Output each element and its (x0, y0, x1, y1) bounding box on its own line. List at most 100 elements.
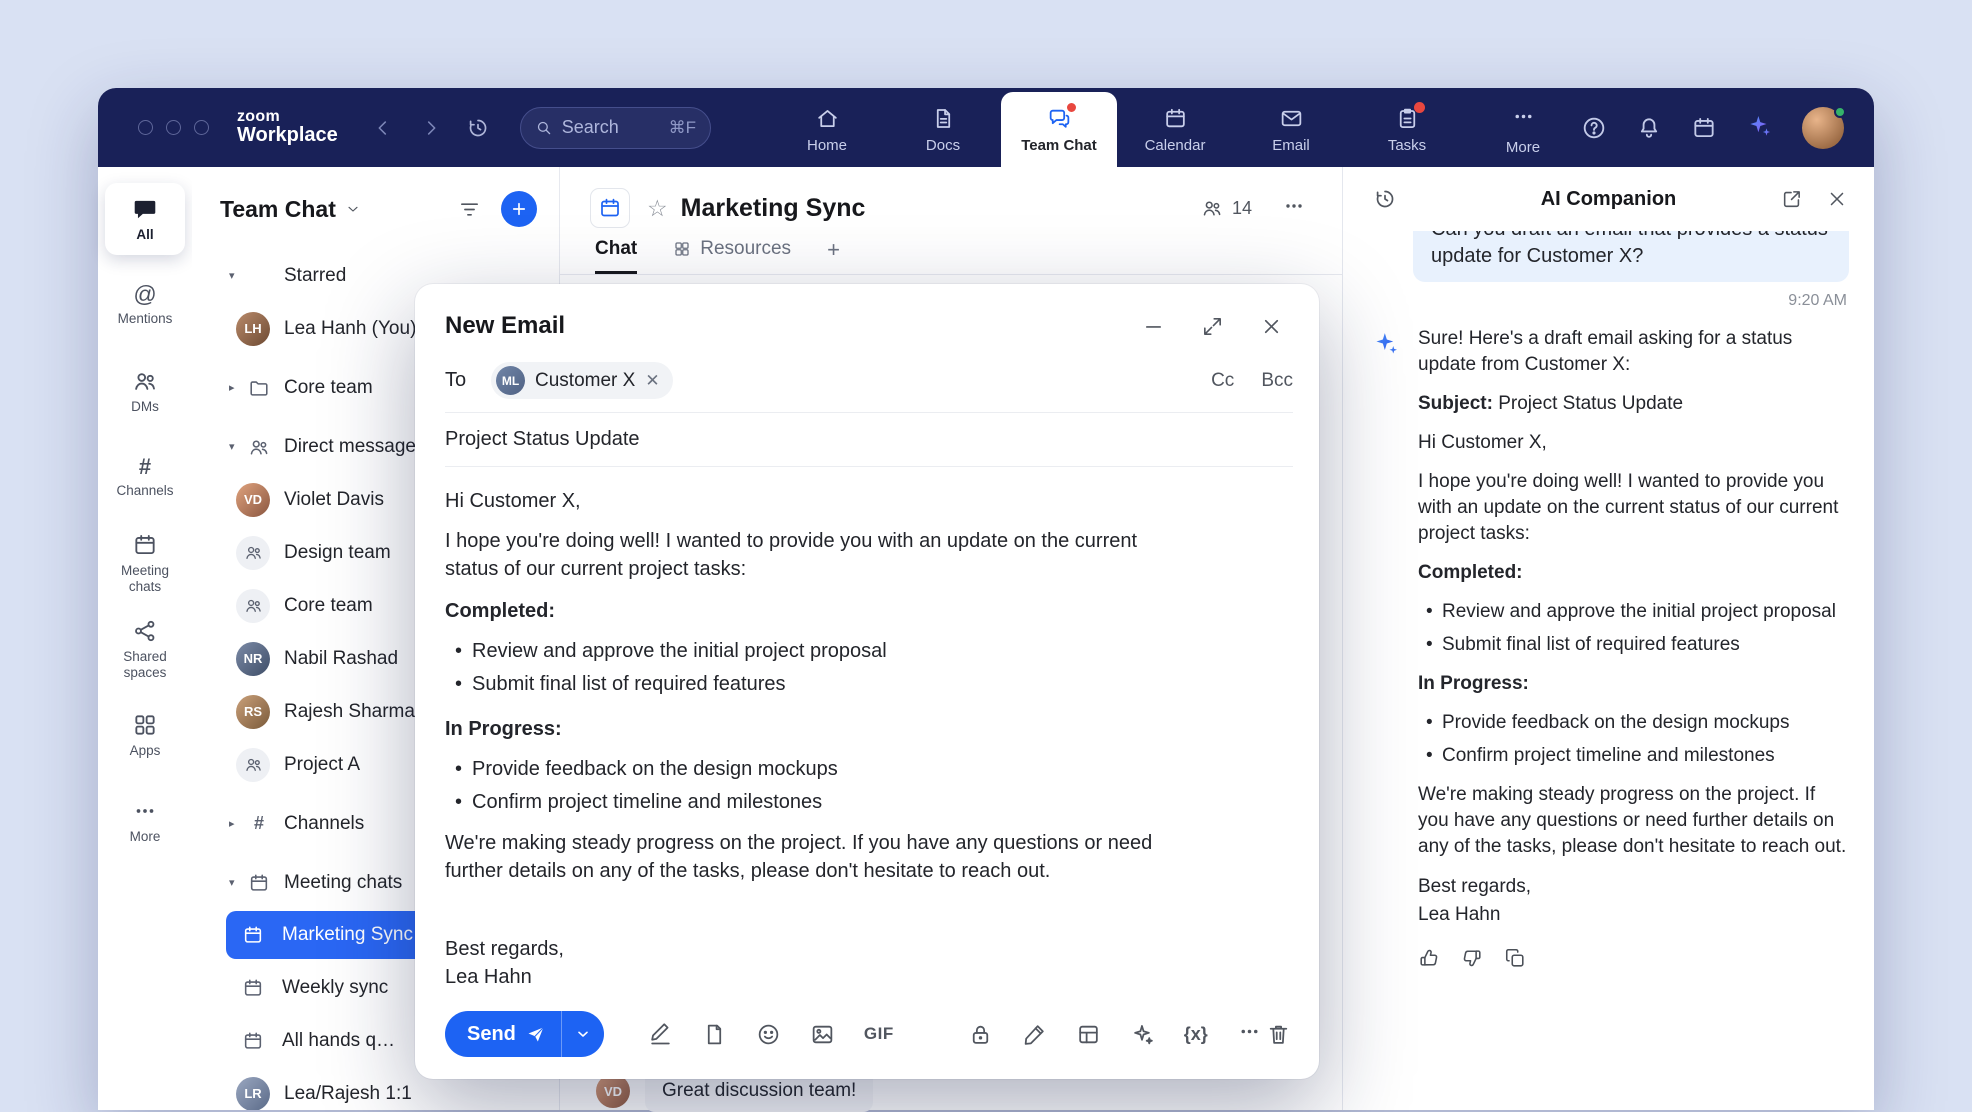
top-right-actions (1581, 107, 1844, 149)
notifications-bell-icon[interactable] (1636, 115, 1662, 141)
discard-draft-trash-icon[interactable] (1266, 1022, 1291, 1047)
close-icon[interactable] (1260, 315, 1283, 338)
search-input[interactable]: Search ⌘F (520, 107, 711, 149)
ai-panel-header: AI Companion (1343, 167, 1874, 231)
nav-tasks[interactable]: Tasks (1349, 92, 1465, 167)
copy-icon[interactable] (1504, 947, 1526, 969)
rail-item-more[interactable]: More (105, 785, 185, 857)
variables-button[interactable]: {x} (1184, 1024, 1208, 1045)
chevron-down-icon[interactable] (345, 201, 361, 217)
ai-in-progress-item: Provide feedback on the design mockups (1418, 710, 1849, 736)
ai-close-icon[interactable] (1826, 188, 1848, 210)
body-greeting: Hi Customer X, (445, 487, 1161, 515)
nav-team-chat[interactable]: Team Chat (1001, 92, 1117, 167)
dms-people-icon (132, 368, 158, 394)
tab-chat[interactable]: Chat (595, 238, 637, 274)
ai-companion-icon[interactable] (1746, 112, 1773, 144)
expand-arrow-icon[interactable]: ▸ (229, 817, 246, 830)
user-avatar[interactable] (1802, 107, 1844, 149)
rail-item-channels[interactable]: # Channels (105, 441, 185, 513)
nav-more[interactable]: More (1465, 92, 1581, 167)
favorite-star-icon[interactable]: ☆ (647, 197, 668, 220)
window-close-button[interactable] (138, 120, 153, 135)
ai-history-icon[interactable] (1373, 187, 1397, 211)
rail-item-meeting-chats[interactable]: Meeting chats (105, 527, 185, 599)
ai-completed-heading: Completed: (1418, 560, 1849, 586)
apps-icon (132, 712, 158, 738)
signature-pen-icon[interactable] (648, 1022, 673, 1047)
collapse-arrow-icon[interactable]: ▾ (229, 269, 246, 282)
chat-more-options-icon[interactable] (1282, 194, 1306, 223)
body-completed-list: Review and approve the initial project p… (445, 635, 1161, 701)
rail-mentions-label: Mentions (118, 311, 173, 327)
ai-sparkle-tool-icon[interactable] (1130, 1022, 1155, 1047)
minimize-icon[interactable] (1142, 315, 1165, 338)
collapse-arrow-icon[interactable]: ▾ (229, 440, 246, 453)
window-minimize-button[interactable] (166, 120, 181, 135)
remove-recipient-icon[interactable]: ✕ (645, 372, 659, 389)
team-avatar-icon (236, 748, 270, 782)
rail-item-mentions[interactable]: @ Mentions (105, 269, 185, 341)
ai-signoff: Best regards, (1418, 873, 1849, 901)
ai-header-actions (1781, 188, 1848, 210)
rail-item-apps[interactable]: Apps (105, 699, 185, 771)
collapse-arrow-icon[interactable]: ▾ (229, 876, 246, 889)
chat-label: Weekly sync (282, 977, 388, 999)
body-in-progress-heading: In Progress: (445, 715, 1161, 743)
tab-resources[interactable]: Resources (673, 238, 791, 274)
gif-button[interactable]: GIF (864, 1024, 894, 1044)
body-in-progress-list: Provide feedback on the design mockups C… (445, 753, 1161, 819)
expand-icon[interactable] (1201, 315, 1224, 338)
subject-field[interactable]: Project Status Update (445, 413, 1293, 467)
email-body-editor[interactable]: Hi Customer X, I hope you're doing well!… (445, 487, 1161, 991)
ai-subject-line: Subject: Project Status Update (1418, 391, 1849, 417)
send-options-button[interactable] (562, 1011, 604, 1057)
rail-item-dms[interactable]: DMs (105, 355, 185, 427)
rail-channels-label: Channels (116, 483, 173, 499)
member-count[interactable]: 14 (1201, 197, 1252, 219)
edit-pencil-icon[interactable] (1022, 1022, 1047, 1047)
attach-file-icon[interactable] (702, 1022, 727, 1047)
thumbs-down-icon[interactable] (1461, 947, 1483, 969)
rail-more-label: More (130, 829, 161, 845)
toolbar-more-icon[interactable] (1237, 1019, 1262, 1049)
tab-add-button[interactable]: + (827, 237, 840, 274)
forward-button[interactable] (420, 117, 442, 139)
nav-home[interactable]: Home (769, 92, 885, 167)
filter-icon[interactable] (458, 198, 481, 221)
nav-calendar[interactable]: Calendar (1117, 92, 1233, 167)
meeting-calendar-tile-icon (590, 188, 630, 228)
meeting-calendar-icon (246, 870, 272, 896)
ai-closing: We're making steady progress on the proj… (1418, 782, 1849, 860)
back-button[interactable] (372, 117, 394, 139)
ai-in-progress-item: Confirm project timeline and milestones (1418, 743, 1849, 769)
thumbs-up-icon[interactable] (1418, 947, 1440, 969)
rail-item-shared-spaces[interactable]: Shared spaces (105, 613, 185, 685)
image-icon[interactable] (810, 1022, 835, 1047)
rail-item-all[interactable]: All (105, 183, 185, 255)
send-button[interactable]: Send (445, 1011, 561, 1057)
open-in-new-window-icon[interactable] (1781, 188, 1803, 210)
bcc-button[interactable]: Bcc (1261, 370, 1293, 392)
new-chat-button[interactable] (501, 191, 537, 227)
lock-icon[interactable] (968, 1022, 993, 1047)
cc-button[interactable]: Cc (1211, 370, 1234, 392)
team-avatar-icon (236, 589, 270, 623)
calendar-quick-icon[interactable] (1691, 115, 1717, 141)
tab-resources-label: Resources (700, 238, 791, 260)
history-icon[interactable] (466, 116, 490, 140)
nav-home-label: Home (807, 137, 847, 154)
nav-docs[interactable]: Docs (885, 92, 1001, 167)
help-icon[interactable] (1581, 115, 1607, 141)
recipient-chip[interactable]: ML Customer X ✕ (491, 362, 673, 399)
expand-arrow-icon[interactable]: ▸ (229, 381, 246, 394)
nav-team-chat-label: Team Chat (1021, 137, 1097, 154)
avatar: LR (236, 1077, 270, 1111)
layout-icon[interactable] (1076, 1022, 1101, 1047)
nav-email[interactable]: Email (1233, 92, 1349, 167)
chat-filter-rail: All @ Mentions DMs # Channels Meeting ch… (98, 167, 192, 1110)
emoji-icon[interactable] (756, 1022, 781, 1047)
section-label: Meeting chats (284, 872, 402, 894)
window-zoom-button[interactable] (194, 120, 209, 135)
recipient-row: To ML Customer X ✕ Cc Bcc (445, 354, 1293, 413)
